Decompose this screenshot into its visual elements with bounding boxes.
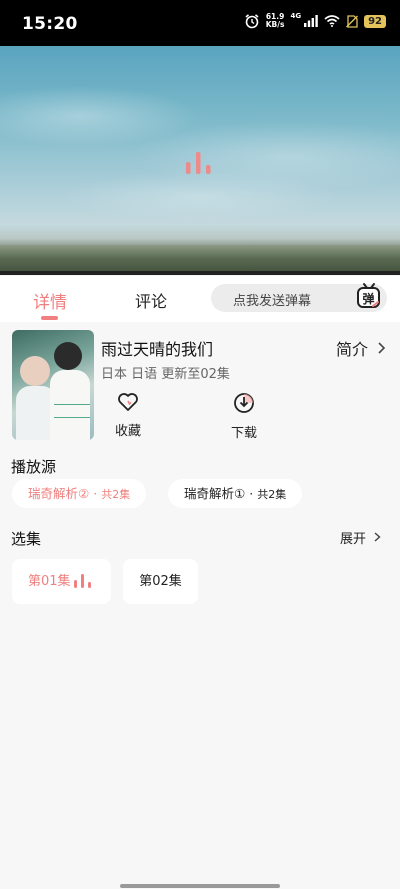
no-sim-icon	[346, 14, 359, 28]
episode-button[interactable]: 第02集	[123, 559, 198, 604]
expand-label: 展开	[340, 532, 367, 547]
network-type: 4G	[290, 12, 302, 20]
tab-comments[interactable]: 评论	[135, 288, 167, 312]
heart-icon	[118, 393, 138, 411]
intro-label: 简介	[336, 340, 369, 359]
net-speed-unit: KB/s	[265, 20, 285, 29]
status-bar: 15:20 61.9 KB/s 4G 92	[0, 0, 400, 46]
source-chip-selected[interactable]: 瑞奇解析② · 共2集	[12, 479, 147, 508]
show-update-status: 更新至02集	[161, 367, 230, 382]
danmaku-tv-icon[interactable]: 弹	[356, 282, 382, 310]
show-region: 日本	[101, 367, 128, 382]
status-icons: 61.9 KB/s 4G 92	[244, 12, 386, 29]
show-meta: 日本 日语 更新至02集	[101, 363, 230, 382]
favorite-label: 收藏	[114, 424, 141, 439]
source-heading: 播放源	[11, 458, 57, 476]
chevron-right-icon	[378, 342, 386, 354]
tab-details[interactable]: 详情	[33, 288, 67, 313]
favorite-button[interactable]: 收藏	[108, 392, 148, 439]
poster-face-left	[20, 356, 50, 386]
poster-image[interactable]	[12, 330, 94, 440]
active-tab-indicator	[41, 316, 58, 320]
now-playing-icon	[74, 574, 91, 588]
source-name: 瑞奇解析①	[184, 486, 246, 501]
loading-bars-icon	[186, 152, 211, 174]
download-icon	[234, 393, 254, 413]
show-title: 雨过天晴的我们	[101, 340, 214, 359]
source-name: 瑞奇解析②	[28, 486, 90, 501]
intro-button[interactable]: 简介	[336, 336, 387, 360]
episode-label: 第01集	[28, 574, 71, 589]
wifi-icon	[324, 15, 340, 27]
episode-button-playing[interactable]: 第01集	[12, 559, 111, 604]
source-chip[interactable]: 瑞奇解析① · 共2集	[168, 479, 303, 508]
home-indicator[interactable]	[120, 884, 280, 888]
video-progress-track	[0, 271, 400, 275]
tab-bar: 详情 评论 点我发送弹幕 弹	[0, 276, 400, 322]
poster-title-art	[54, 404, 90, 418]
alarm-icon	[245, 14, 259, 29]
expand-button[interactable]: 展开	[340, 528, 382, 547]
episode-label: 第02集	[139, 574, 182, 589]
source-count: 共2集	[101, 488, 131, 501]
net-speed: 61.9 KB/s	[266, 13, 285, 29]
cellular-signal-icon	[304, 15, 318, 27]
poster-face-right	[54, 342, 82, 370]
video-player[interactable]	[0, 46, 400, 275]
download-button[interactable]: 下载	[224, 392, 264, 441]
source-count: 共2集	[257, 488, 287, 501]
danmaku-placeholder: 点我发送弹幕	[233, 294, 312, 309]
download-label: 下载	[230, 426, 257, 441]
details-panel: 雨过天晴的我们 简介 日本 日语 更新至02集 收藏 下载 播放源 瑞奇解析② ·…	[0, 322, 400, 889]
episodes-heading: 选集	[11, 530, 42, 548]
status-time: 15:20	[22, 14, 78, 34]
show-language: 日语	[131, 367, 158, 382]
chevron-right-icon	[374, 532, 381, 542]
battery-level: 92	[364, 14, 386, 28]
danmaku-icon-glyph: 弹	[362, 291, 374, 306]
